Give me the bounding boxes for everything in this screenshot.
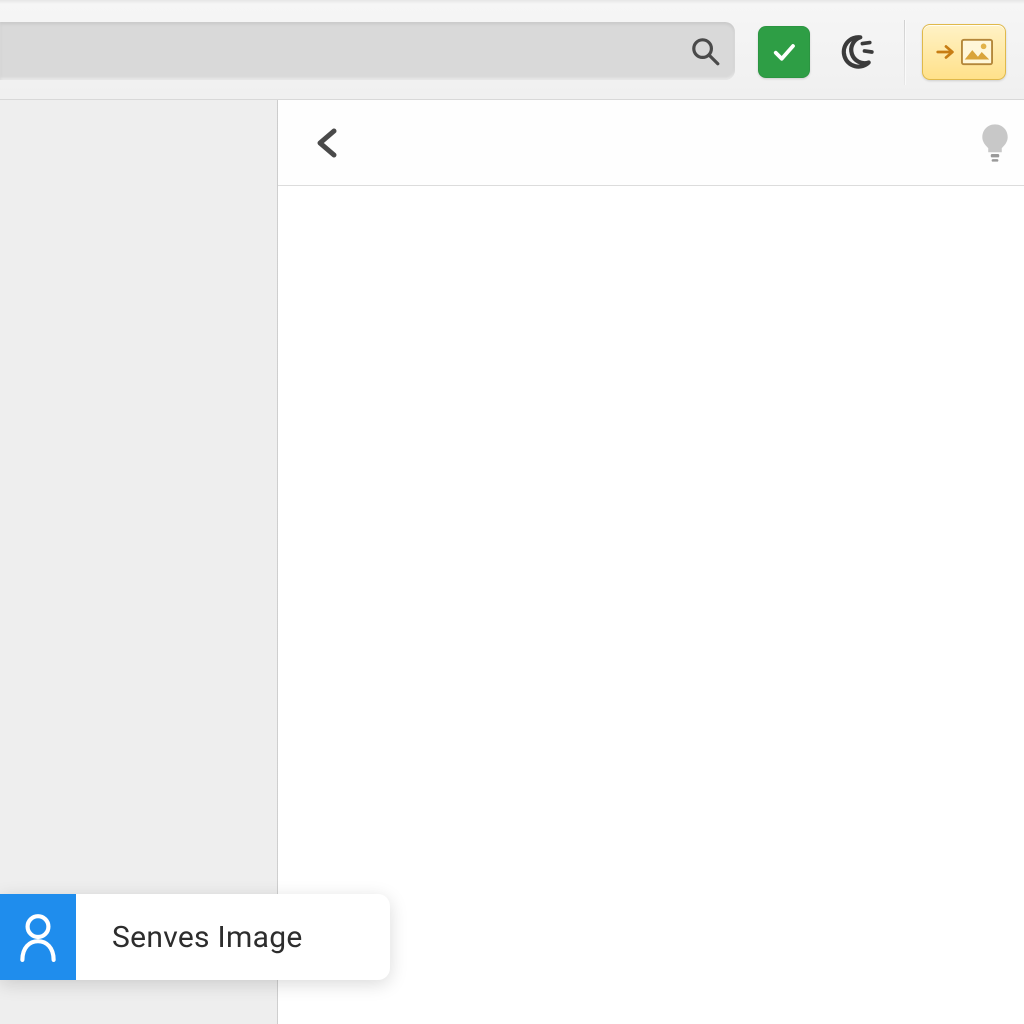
confirm-button[interactable] bbox=[758, 26, 810, 78]
popup-icon-box bbox=[0, 894, 76, 980]
back-icon[interactable] bbox=[308, 123, 348, 163]
sidebar bbox=[0, 100, 278, 1024]
search-input[interactable] bbox=[0, 22, 675, 80]
export-image-button[interactable] bbox=[922, 24, 1006, 80]
search-box[interactable] bbox=[0, 22, 735, 80]
top-toolbar bbox=[0, 0, 1024, 100]
popup-label: Senves Image bbox=[112, 920, 303, 955]
arrow-right-icon bbox=[935, 41, 957, 63]
night-mode-button[interactable] bbox=[828, 26, 880, 78]
moon-icon bbox=[833, 31, 875, 73]
content-header bbox=[278, 100, 1024, 186]
search-icon[interactable] bbox=[689, 35, 721, 67]
content-area bbox=[278, 186, 1024, 1024]
toolbar-divider bbox=[904, 20, 906, 85]
lightbulb-icon[interactable] bbox=[978, 121, 1012, 165]
senves-image-popup[interactable]: Senves Image bbox=[0, 894, 390, 980]
check-icon bbox=[769, 37, 799, 67]
picture-icon bbox=[961, 38, 993, 66]
person-outline-icon bbox=[17, 912, 59, 962]
